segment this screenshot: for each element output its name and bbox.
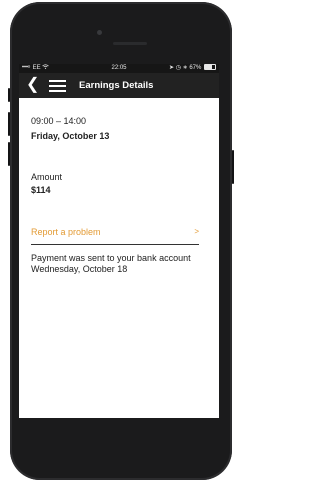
volume-button xyxy=(8,88,10,102)
volume-down-button xyxy=(8,142,10,166)
battery-percent: 67% xyxy=(189,65,202,71)
divider xyxy=(31,244,199,245)
back-arrow-icon[interactable]: ❮ xyxy=(26,76,39,94)
location-icon: ➤ xyxy=(168,65,175,71)
app-screen: EE 22:05 ➤ ◷ ∗ 67% ❮ Earnings Details 09… xyxy=(19,64,219,418)
earpiece-speaker xyxy=(113,42,147,45)
payment-date: Wednesday, October 18 xyxy=(31,264,128,274)
status-bar: EE 22:05 ➤ ◷ ∗ 67% xyxy=(19,64,219,73)
battery-fill xyxy=(205,65,212,69)
bluetooth-icon: ∗ xyxy=(182,65,188,71)
payment-message: Payment was sent to your bank account xyxy=(31,253,191,263)
alarm-icon: ◷ xyxy=(175,65,181,71)
volume-up-button xyxy=(8,112,10,136)
amount-value: $114 xyxy=(31,185,51,195)
nav-bar: ❮ Earnings Details xyxy=(19,73,219,98)
hamburger-menu-icon[interactable] xyxy=(49,80,66,92)
chevron-right-icon: > xyxy=(194,227,199,236)
report-problem-label: Report a problem xyxy=(31,227,101,237)
shift-time-range: 09:00 – 14:00 xyxy=(31,116,87,126)
shift-date: Friday, October 13 xyxy=(31,131,110,141)
status-right: ➤ ◷ ∗ 67% xyxy=(169,64,216,73)
amount-label: Amount xyxy=(31,172,63,182)
front-camera xyxy=(97,30,102,35)
power-button xyxy=(232,150,234,184)
page-title: Earnings Details xyxy=(79,80,154,91)
report-problem-link[interactable]: Report a problem > xyxy=(31,227,199,241)
battery-icon xyxy=(204,64,216,70)
